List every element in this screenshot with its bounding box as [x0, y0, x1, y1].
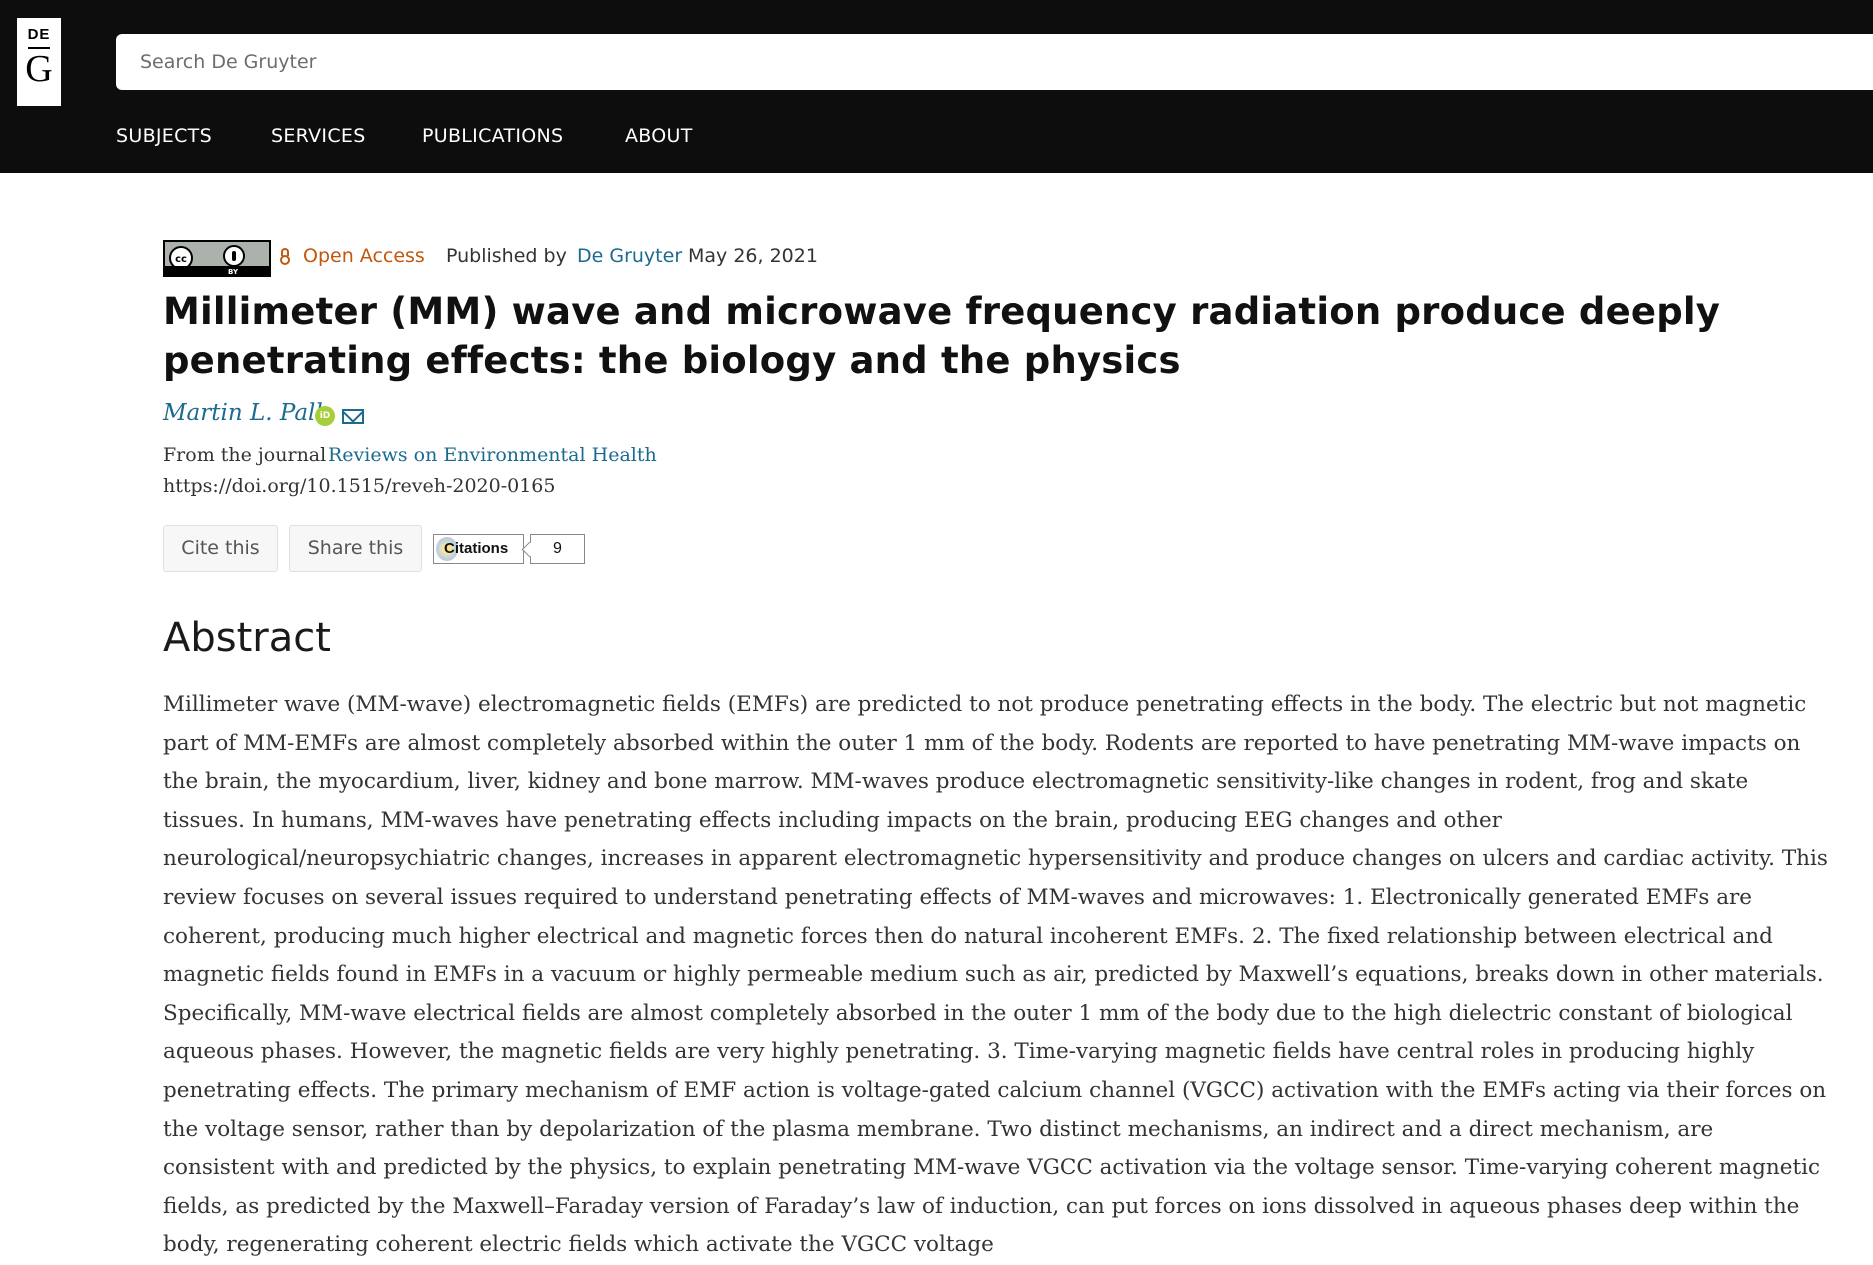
- article-title: Millimeter (MM) wave and microwave frequ…: [163, 290, 1721, 382]
- journal-prefix: From the journal: [163, 444, 327, 466]
- cite-this-button[interactable]: Cite this: [163, 525, 278, 572]
- publisher-link[interactable]: De Gruyter: [577, 245, 682, 267]
- logo-top-text: DE: [27, 26, 51, 43]
- license-by-text: BY: [228, 268, 239, 276]
- email-icon[interactable]: [342, 409, 364, 424]
- logo-bottom-text: G: [25, 48, 53, 90]
- publication-date: May 26, 2021: [688, 245, 818, 267]
- citations-count[interactable]: 9: [530, 534, 585, 564]
- de-gruyter-logo[interactable]: DE G: [17, 18, 61, 106]
- open-lock-icon: [280, 248, 290, 266]
- nav-services[interactable]: SERVICES: [271, 125, 366, 147]
- doi-link[interactable]: https://doi.org/10.1515/reveh-2020-0165: [163, 475, 556, 497]
- site-header: DE G Search De Gruyter SUBJECTS SERVICES…: [0, 0, 1873, 173]
- attribution-icon: [223, 245, 245, 267]
- journal-link[interactable]: Reviews on Environmental Health: [328, 444, 657, 466]
- search-input[interactable]: Search De Gruyter: [116, 34, 1873, 90]
- abstract-text: Millimeter wave (MM-wave) electromagneti…: [163, 692, 1828, 1258]
- share-this-button[interactable]: Share this: [289, 525, 422, 572]
- open-access-label: Open Access: [303, 245, 425, 267]
- nav-about[interactable]: ABOUT: [625, 125, 693, 147]
- nav-subjects[interactable]: SUBJECTS: [116, 125, 212, 147]
- citations-label: Citations: [444, 540, 509, 557]
- nav-publications[interactable]: PUBLICATIONS: [422, 125, 563, 147]
- published-by-prefix: Published by: [446, 245, 567, 267]
- author-link[interactable]: Martin L. Pall: [163, 400, 323, 426]
- license-bar: [165, 266, 269, 275]
- cc-by-license-badge[interactable]: cc BY: [163, 240, 271, 277]
- citations-badge[interactable]: Citations: [433, 534, 524, 564]
- abstract-heading: Abstract: [163, 615, 331, 661]
- orcid-icon[interactable]: iD: [315, 406, 335, 426]
